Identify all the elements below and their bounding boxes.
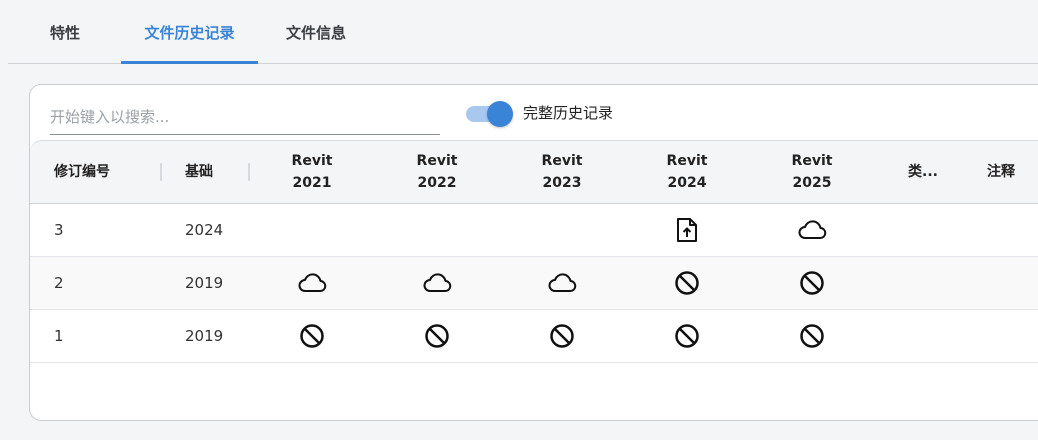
no-entry-icon (799, 270, 825, 296)
revision-cell: 2 (54, 274, 64, 292)
base-cell: 2019 (185, 274, 224, 292)
status-cell (262, 257, 362, 309)
header-revit-2021[interactable]: Revit 2021 (262, 141, 362, 203)
no-entry-icon (549, 323, 575, 349)
status-cell (387, 257, 487, 309)
cloud-icon (296, 271, 328, 295)
status-cell (512, 204, 612, 256)
header-revit-2022[interactable]: Revit 2022 (387, 141, 487, 203)
header-revit-2024[interactable]: Revit 2024 (637, 141, 737, 203)
no-entry-icon (674, 270, 700, 296)
no-entry-icon (424, 323, 450, 349)
header-revision[interactable]: 修订编号 (54, 141, 154, 203)
history-panel: 完整历史记录 修订编号 基础 Revit 2021 Revit 2022 Rev… (29, 84, 1038, 421)
status-cell (387, 204, 487, 256)
table-row[interactable]: 2 2019 (30, 257, 1038, 310)
header-base[interactable]: 基础 (185, 141, 245, 203)
search-input[interactable] (50, 102, 440, 132)
status-cell (262, 310, 362, 362)
header-revit-2023[interactable]: Revit 2023 (512, 141, 612, 203)
status-cell (637, 310, 737, 362)
search-field (50, 100, 440, 135)
base-cell: 2024 (185, 221, 224, 239)
table-body: 3 2024 2 2019 1 2019 (30, 204, 1038, 363)
tab-file-history[interactable]: 文件历史记录 (121, 0, 258, 64)
status-cell (512, 310, 612, 362)
header-notes[interactable]: 注释 (966, 141, 1036, 203)
tab-bar: 特性 文件历史记录 文件信息 (8, 0, 1038, 64)
cloud-icon (546, 271, 578, 295)
no-entry-icon (299, 323, 325, 349)
cloud-icon (421, 271, 453, 295)
no-entry-icon (799, 323, 825, 349)
status-cell (637, 257, 737, 309)
table-header: 修订编号 基础 Revit 2021 Revit 2022 Revit 2023… (30, 140, 1038, 204)
cloud-icon (796, 218, 828, 242)
toggle-knob (487, 101, 513, 127)
status-cell (262, 204, 362, 256)
tab-file-info[interactable]: 文件信息 (280, 0, 352, 63)
history-table: 修订编号 基础 Revit 2021 Revit 2022 Revit 2023… (30, 140, 1038, 363)
header-revit-2025[interactable]: Revit 2025 (762, 141, 862, 203)
column-resizer[interactable] (160, 163, 162, 181)
column-resizer[interactable] (248, 163, 250, 181)
status-cell (762, 310, 862, 362)
status-cell (637, 204, 737, 256)
status-cell (512, 257, 612, 309)
revision-cell: 3 (54, 221, 64, 239)
revision-cell: 1 (54, 327, 64, 345)
table-row[interactable]: 3 2024 (30, 204, 1038, 257)
header-type[interactable]: 类... (885, 141, 961, 203)
base-cell: 2019 (185, 327, 224, 345)
full-history-label: 完整历史记录 (523, 104, 614, 122)
no-entry-icon (674, 323, 700, 349)
status-cell (762, 257, 862, 309)
table-row[interactable]: 1 2019 (30, 310, 1038, 363)
status-cell (762, 204, 862, 256)
tab-properties[interactable]: 特性 (48, 0, 82, 63)
status-cell (387, 310, 487, 362)
full-history-toggle[interactable] (466, 100, 514, 128)
file-upload-icon (676, 217, 698, 243)
